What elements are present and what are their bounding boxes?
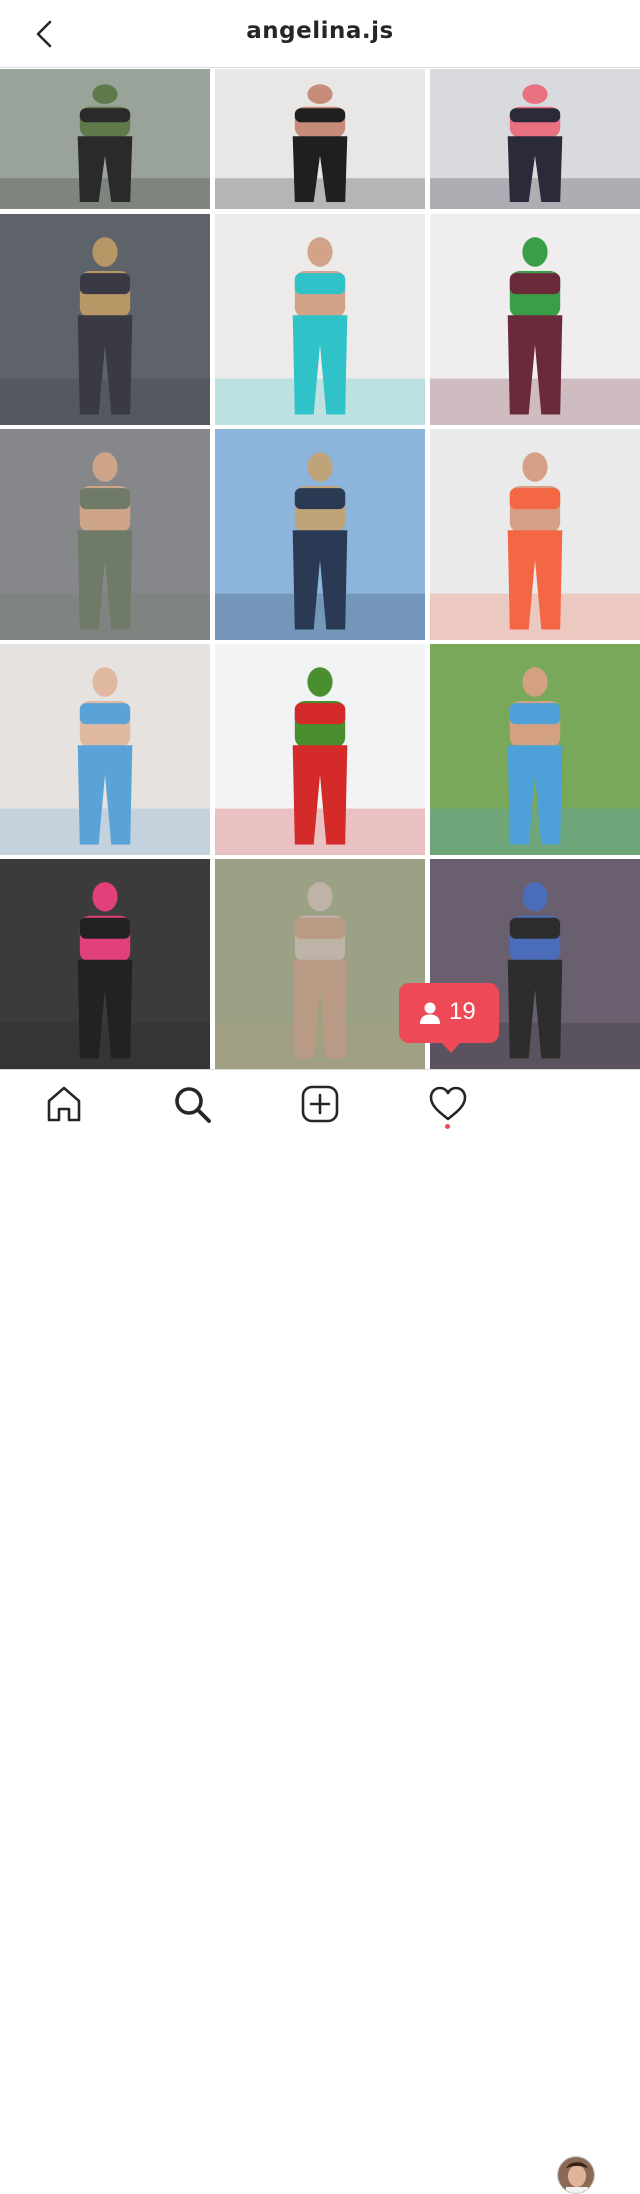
nav-home-button[interactable] (42, 1082, 86, 1126)
bottom-nav (0, 1069, 640, 2194)
nav-profile-avatar[interactable] (557, 2156, 595, 2194)
grid-photo-5[interactable] (215, 214, 425, 425)
photo-image (215, 214, 425, 425)
page-title: angelina.js (246, 18, 394, 44)
grid-photo-4[interactable] (0, 214, 210, 425)
heart-icon (429, 1086, 467, 1121)
home-icon (47, 1086, 81, 1122)
photo-image (0, 429, 210, 640)
top-bar: angelina.js (0, 0, 640, 68)
notification-count: 19 (449, 998, 476, 1025)
grid-photo-13[interactable] (0, 859, 210, 1069)
grid-photo-9[interactable] (430, 429, 640, 640)
grid-photo-12[interactable] (430, 644, 640, 855)
photo-image (215, 69, 425, 209)
photo-image (215, 859, 425, 1069)
grid-photo-10[interactable] (0, 644, 210, 855)
photo-image (430, 429, 640, 640)
photo-image (215, 429, 425, 640)
photo-image (0, 859, 210, 1069)
photo-image (215, 644, 425, 855)
photo-image (430, 69, 640, 209)
nav-search-button[interactable] (170, 1082, 214, 1126)
grid-photo-6[interactable] (430, 214, 640, 425)
grid-photo-11[interactable] (215, 644, 425, 855)
grid-photo-14[interactable] (215, 859, 425, 1069)
nav-activity-button[interactable] (426, 1082, 470, 1126)
search-icon (175, 1087, 211, 1123)
add-square-icon (301, 1085, 339, 1123)
photo-image (0, 69, 210, 209)
grid-photo-7[interactable] (0, 429, 210, 640)
nav-new-post-button[interactable] (298, 1082, 342, 1126)
activity-indicator-dot (445, 1124, 450, 1129)
person-icon (420, 1002, 440, 1024)
photo-image (0, 214, 210, 425)
grid-photo-1[interactable] (0, 69, 210, 209)
grid-photo-3[interactable] (430, 69, 640, 209)
photo-image (430, 644, 640, 855)
followers-notification-bubble[interactable]: 19 (399, 983, 499, 1053)
photo-image (0, 644, 210, 855)
grid-photo-8[interactable] (215, 429, 425, 640)
grid-photo-2[interactable] (215, 69, 425, 209)
photo-image (430, 214, 640, 425)
avatar (558, 2157, 594, 2193)
